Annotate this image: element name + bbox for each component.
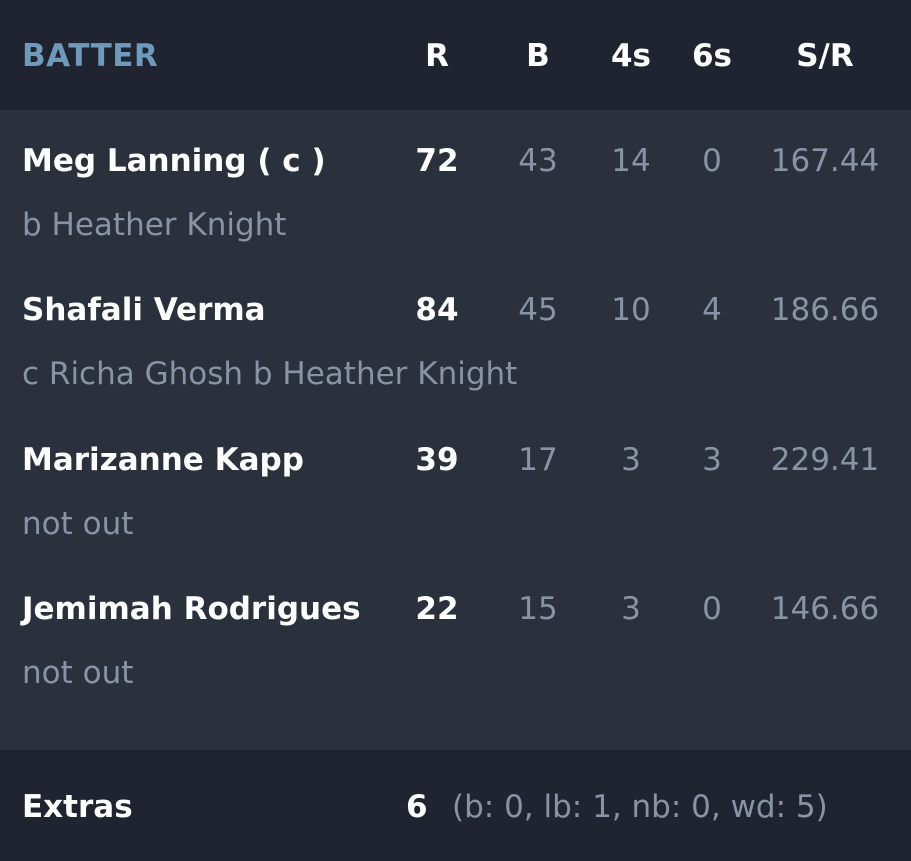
extras-label: Extras [22,789,133,825]
batter-balls: 43 [518,143,558,179]
batter-fours: 3 [621,591,641,627]
table-row: Meg Lanning ( c ) b Heather Knight 72 43… [0,110,911,260]
batter-balls: 17 [518,442,558,478]
batter-name: Shafali Verma [22,292,266,328]
scorecard-table: BATTER R B 4s 6s S/R Meg Lanning ( c ) b… [0,0,911,861]
table-row: Marizanne Kapp not out 39 17 3 3 229.41 [0,409,911,559]
batter-dismissal: b Heather Knight [22,207,287,243]
batter-strike-rate: 167.44 [770,143,880,179]
batter-sixes: 4 [702,292,722,328]
batter-name: Marizanne Kapp [22,442,304,478]
batter-fours: 10 [611,292,651,328]
batter-runs: 84 [415,292,459,328]
extras-total: 6 [406,789,428,825]
batter-dismissal: c Richa Ghosh b Heather Knight [22,356,518,392]
batter-fours: 14 [611,143,651,179]
batter-dismissal: not out [22,506,134,542]
header-balls: B [526,38,550,74]
batter-strike-rate: 229.41 [770,442,880,478]
batter-fours: 3 [621,442,641,478]
batter-runs: 39 [415,442,459,478]
header-sixes: 6s [691,38,733,74]
batter-runs: 72 [415,143,459,179]
header-fours: 4s [610,38,652,74]
batter-sixes: 0 [702,591,722,627]
batter-runs: 22 [415,591,459,627]
batter-strike-rate: 186.66 [770,292,880,328]
header-strike-rate: S/R [796,38,854,74]
extras-row: Extras 6 (b: 0, lb: 1, nb: 0, wd: 5) [0,750,911,861]
header-batter: BATTER [22,38,159,74]
batter-name: Jemimah Rodrigues [22,591,361,627]
table-row: Jemimah Rodrigues not out 22 15 3 0 146.… [0,558,911,708]
extras-breakdown: (b: 0, lb: 1, nb: 0, wd: 5) [452,789,828,825]
batter-balls: 45 [518,292,558,328]
batter-name: Meg Lanning ( c ) [22,143,326,179]
batter-sixes: 0 [702,143,722,179]
table-row: Shafali Verma c Richa Ghosh b Heather Kn… [0,259,911,409]
batter-dismissal: not out [22,655,134,691]
batter-balls: 15 [518,591,558,627]
header-runs: R [425,38,449,74]
table-header: BATTER R B 4s 6s S/R [0,0,911,110]
batter-sixes: 3 [702,442,722,478]
batter-strike-rate: 146.66 [770,591,880,627]
